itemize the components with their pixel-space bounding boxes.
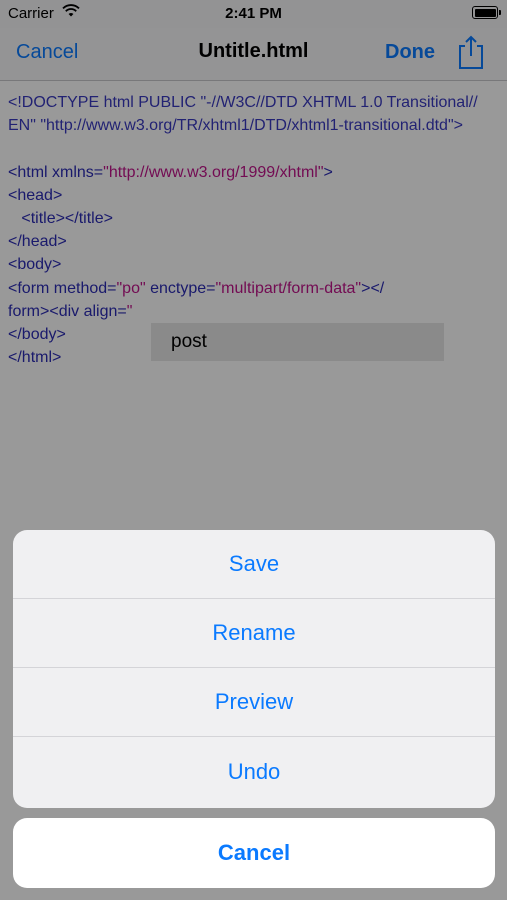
action-undo[interactable]: Undo bbox=[13, 737, 495, 806]
action-sheet: Save Rename Preview Undo bbox=[13, 530, 495, 808]
action-save[interactable]: Save bbox=[13, 530, 495, 599]
action-rename[interactable]: Rename bbox=[13, 599, 495, 668]
action-preview[interactable]: Preview bbox=[13, 668, 495, 737]
action-sheet-cancel-button[interactable]: Cancel bbox=[13, 818, 495, 888]
